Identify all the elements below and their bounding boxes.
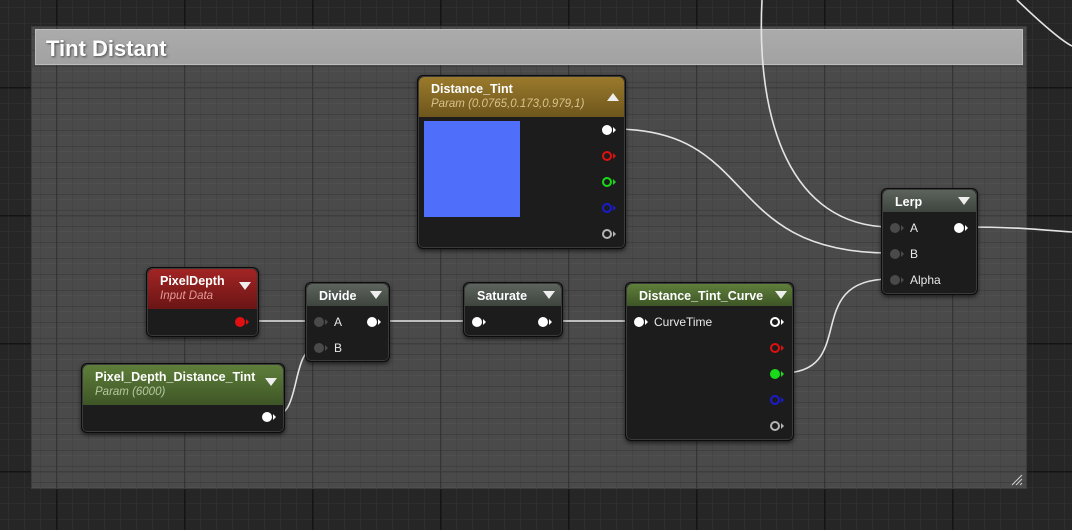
node-pixel-depth-distance-tint[interactable]: Pixel_Depth_Distance_Tint Param (6000) (81, 363, 285, 433)
output-pin[interactable] (367, 316, 381, 328)
output-pin[interactable] (235, 316, 249, 328)
node-title: Saturate (477, 289, 528, 303)
collapse-arrow-icon[interactable] (607, 93, 619, 101)
node-header[interactable]: Pixel_Depth_Distance_Tint Param (6000) (83, 365, 283, 405)
pin-label-alpha: Alpha (910, 273, 941, 287)
color-preview-swatch (424, 121, 520, 217)
expand-arrow-icon[interactable] (265, 378, 277, 386)
output-pin-b[interactable] (770, 394, 784, 406)
node-pixel-depth[interactable]: PixelDepth Input Data (146, 267, 259, 337)
node-subtitle: Param (6000) (95, 386, 166, 398)
output-pin-r[interactable] (602, 150, 616, 162)
input-pin-a[interactable] (314, 316, 328, 328)
output-pin-rgb[interactable] (602, 124, 616, 136)
output-pin-r[interactable] (770, 342, 784, 354)
output-pin-a[interactable] (602, 228, 616, 240)
node-saturate[interactable]: Saturate (463, 282, 563, 337)
node-header[interactable]: Distance_Tint_Curve (627, 284, 792, 306)
node-title: Lerp (895, 195, 923, 209)
wire-curve-green-to-lerp-alpha (781, 278, 891, 374)
pin-label-a: A (910, 221, 919, 235)
output-pin-rgb[interactable] (770, 316, 784, 328)
expand-arrow-icon[interactable] (958, 197, 970, 205)
output-pin[interactable] (954, 222, 968, 234)
node-subtitle: Input Data (160, 290, 214, 302)
output-pin[interactable] (538, 316, 552, 328)
node-subtitle: Param (0.0765,0.173,0.979,1) (431, 98, 585, 110)
wire-lerp-result (965, 226, 1072, 233)
node-lerp[interactable]: Lerp A B Alpha (881, 188, 978, 295)
wire-distance-tint-to-lerp-b (613, 128, 891, 254)
input-pin-b[interactable] (314, 342, 328, 354)
pin-label-b: B (910, 247, 919, 261)
input-pin-b[interactable] (890, 248, 904, 260)
pin-label-b: B (334, 341, 343, 355)
input-pin-alpha[interactable] (890, 274, 904, 286)
output-pin-b[interactable] (602, 202, 616, 214)
expand-arrow-icon[interactable] (543, 291, 555, 299)
node-title: Distance_Tint (431, 82, 513, 96)
node-title: Pixel_Depth_Distance_Tint (95, 370, 256, 384)
expand-arrow-icon[interactable] (370, 291, 382, 299)
expand-arrow-icon[interactable] (239, 282, 251, 290)
node-divide[interactable]: Divide A B (305, 282, 390, 362)
input-pin-a[interactable] (890, 222, 904, 234)
output-pin-a[interactable] (770, 420, 784, 432)
wire-offscreen-to-lerp-a (760, 0, 891, 228)
node-header[interactable]: Distance_Tint Param (0.0765,0.173,0.979,… (419, 77, 624, 117)
node-title: PixelDepth (160, 274, 225, 288)
pin-label-a: A (334, 315, 343, 329)
expand-arrow-icon[interactable] (775, 291, 787, 299)
node-title: Distance_Tint_Curve (639, 289, 764, 303)
output-pin-g[interactable] (770, 368, 784, 380)
wire-lerp-out-to-offscreen (1016, 0, 1072, 47)
output-pin[interactable] (262, 411, 276, 423)
node-title: Divide (319, 289, 357, 303)
pin-label-curve-time: CurveTime (654, 315, 713, 329)
input-pin-curve-time[interactable] (634, 316, 648, 328)
input-pin[interactable] (472, 316, 486, 328)
node-distance-tint-curve[interactable]: Distance_Tint_Curve CurveTime (625, 282, 794, 441)
node-distance-tint[interactable]: Distance_Tint Param (0.0765,0.173,0.979,… (417, 75, 626, 249)
output-pin-g[interactable] (602, 176, 616, 188)
